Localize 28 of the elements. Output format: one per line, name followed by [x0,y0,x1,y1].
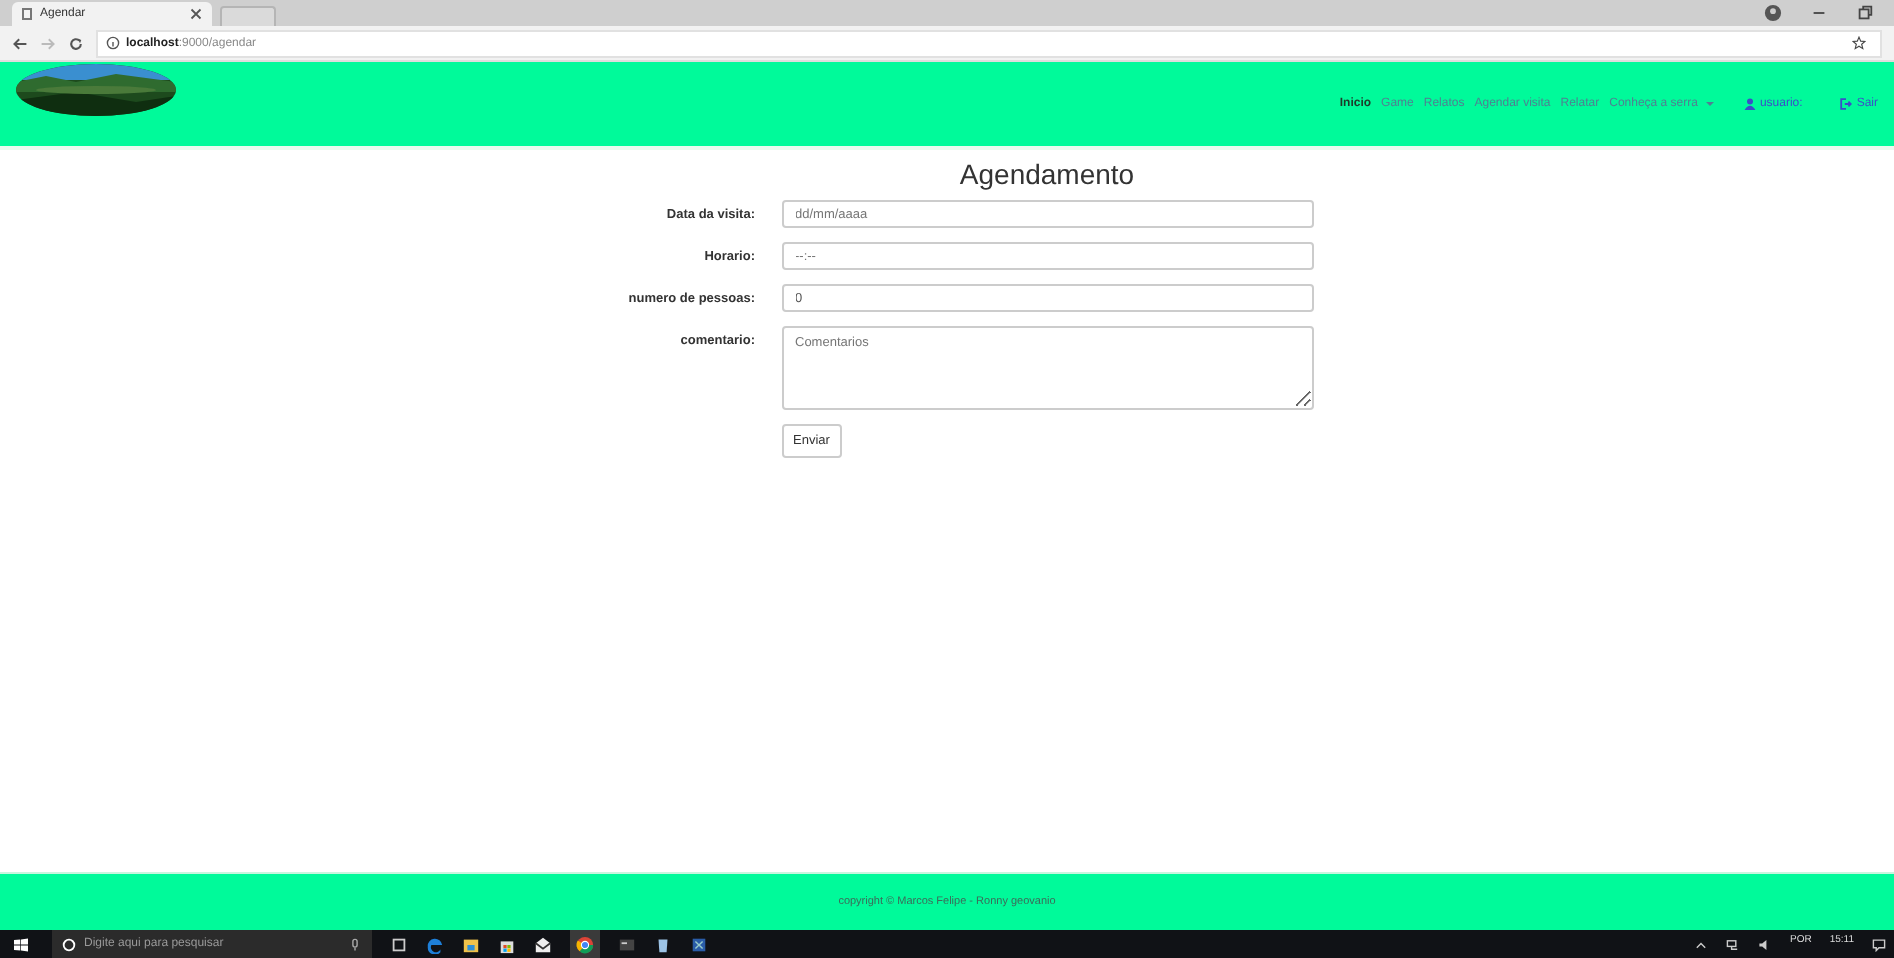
network-icon[interactable] [1726,937,1740,951]
terminal-icon[interactable] [618,935,636,953]
app-icon[interactable] [690,935,708,953]
edge-icon[interactable] [426,935,444,953]
profile-icon[interactable] [1764,4,1782,22]
taskbar-app-button[interactable] [570,930,600,958]
chrome-icon [576,935,594,953]
folder-icon[interactable] [462,935,480,953]
close-icon[interactable] [190,8,202,20]
info-icon [106,36,120,50]
star-icon[interactable] [1852,36,1866,50]
restore-icon[interactable] [1856,4,1874,22]
microphone-icon[interactable] [348,937,362,951]
notification-icon[interactable] [1872,937,1886,951]
speaker-icon[interactable] [1758,937,1772,951]
user-icon [1743,98,1756,110]
task-view-icon[interactable] [390,935,408,953]
logout-icon [1840,98,1853,110]
mail-icon[interactable] [534,935,552,953]
store-icon[interactable] [498,935,516,953]
bin-icon[interactable] [654,935,672,953]
back-icon[interactable] [12,35,28,51]
search-icon [62,937,76,951]
reload-icon[interactable] [68,35,84,51]
form-title: Agendamento [957,158,1137,190]
chevron-icon[interactable] [1694,937,1708,951]
windows-icon[interactable] [14,937,28,951]
page-icon [22,8,32,20]
